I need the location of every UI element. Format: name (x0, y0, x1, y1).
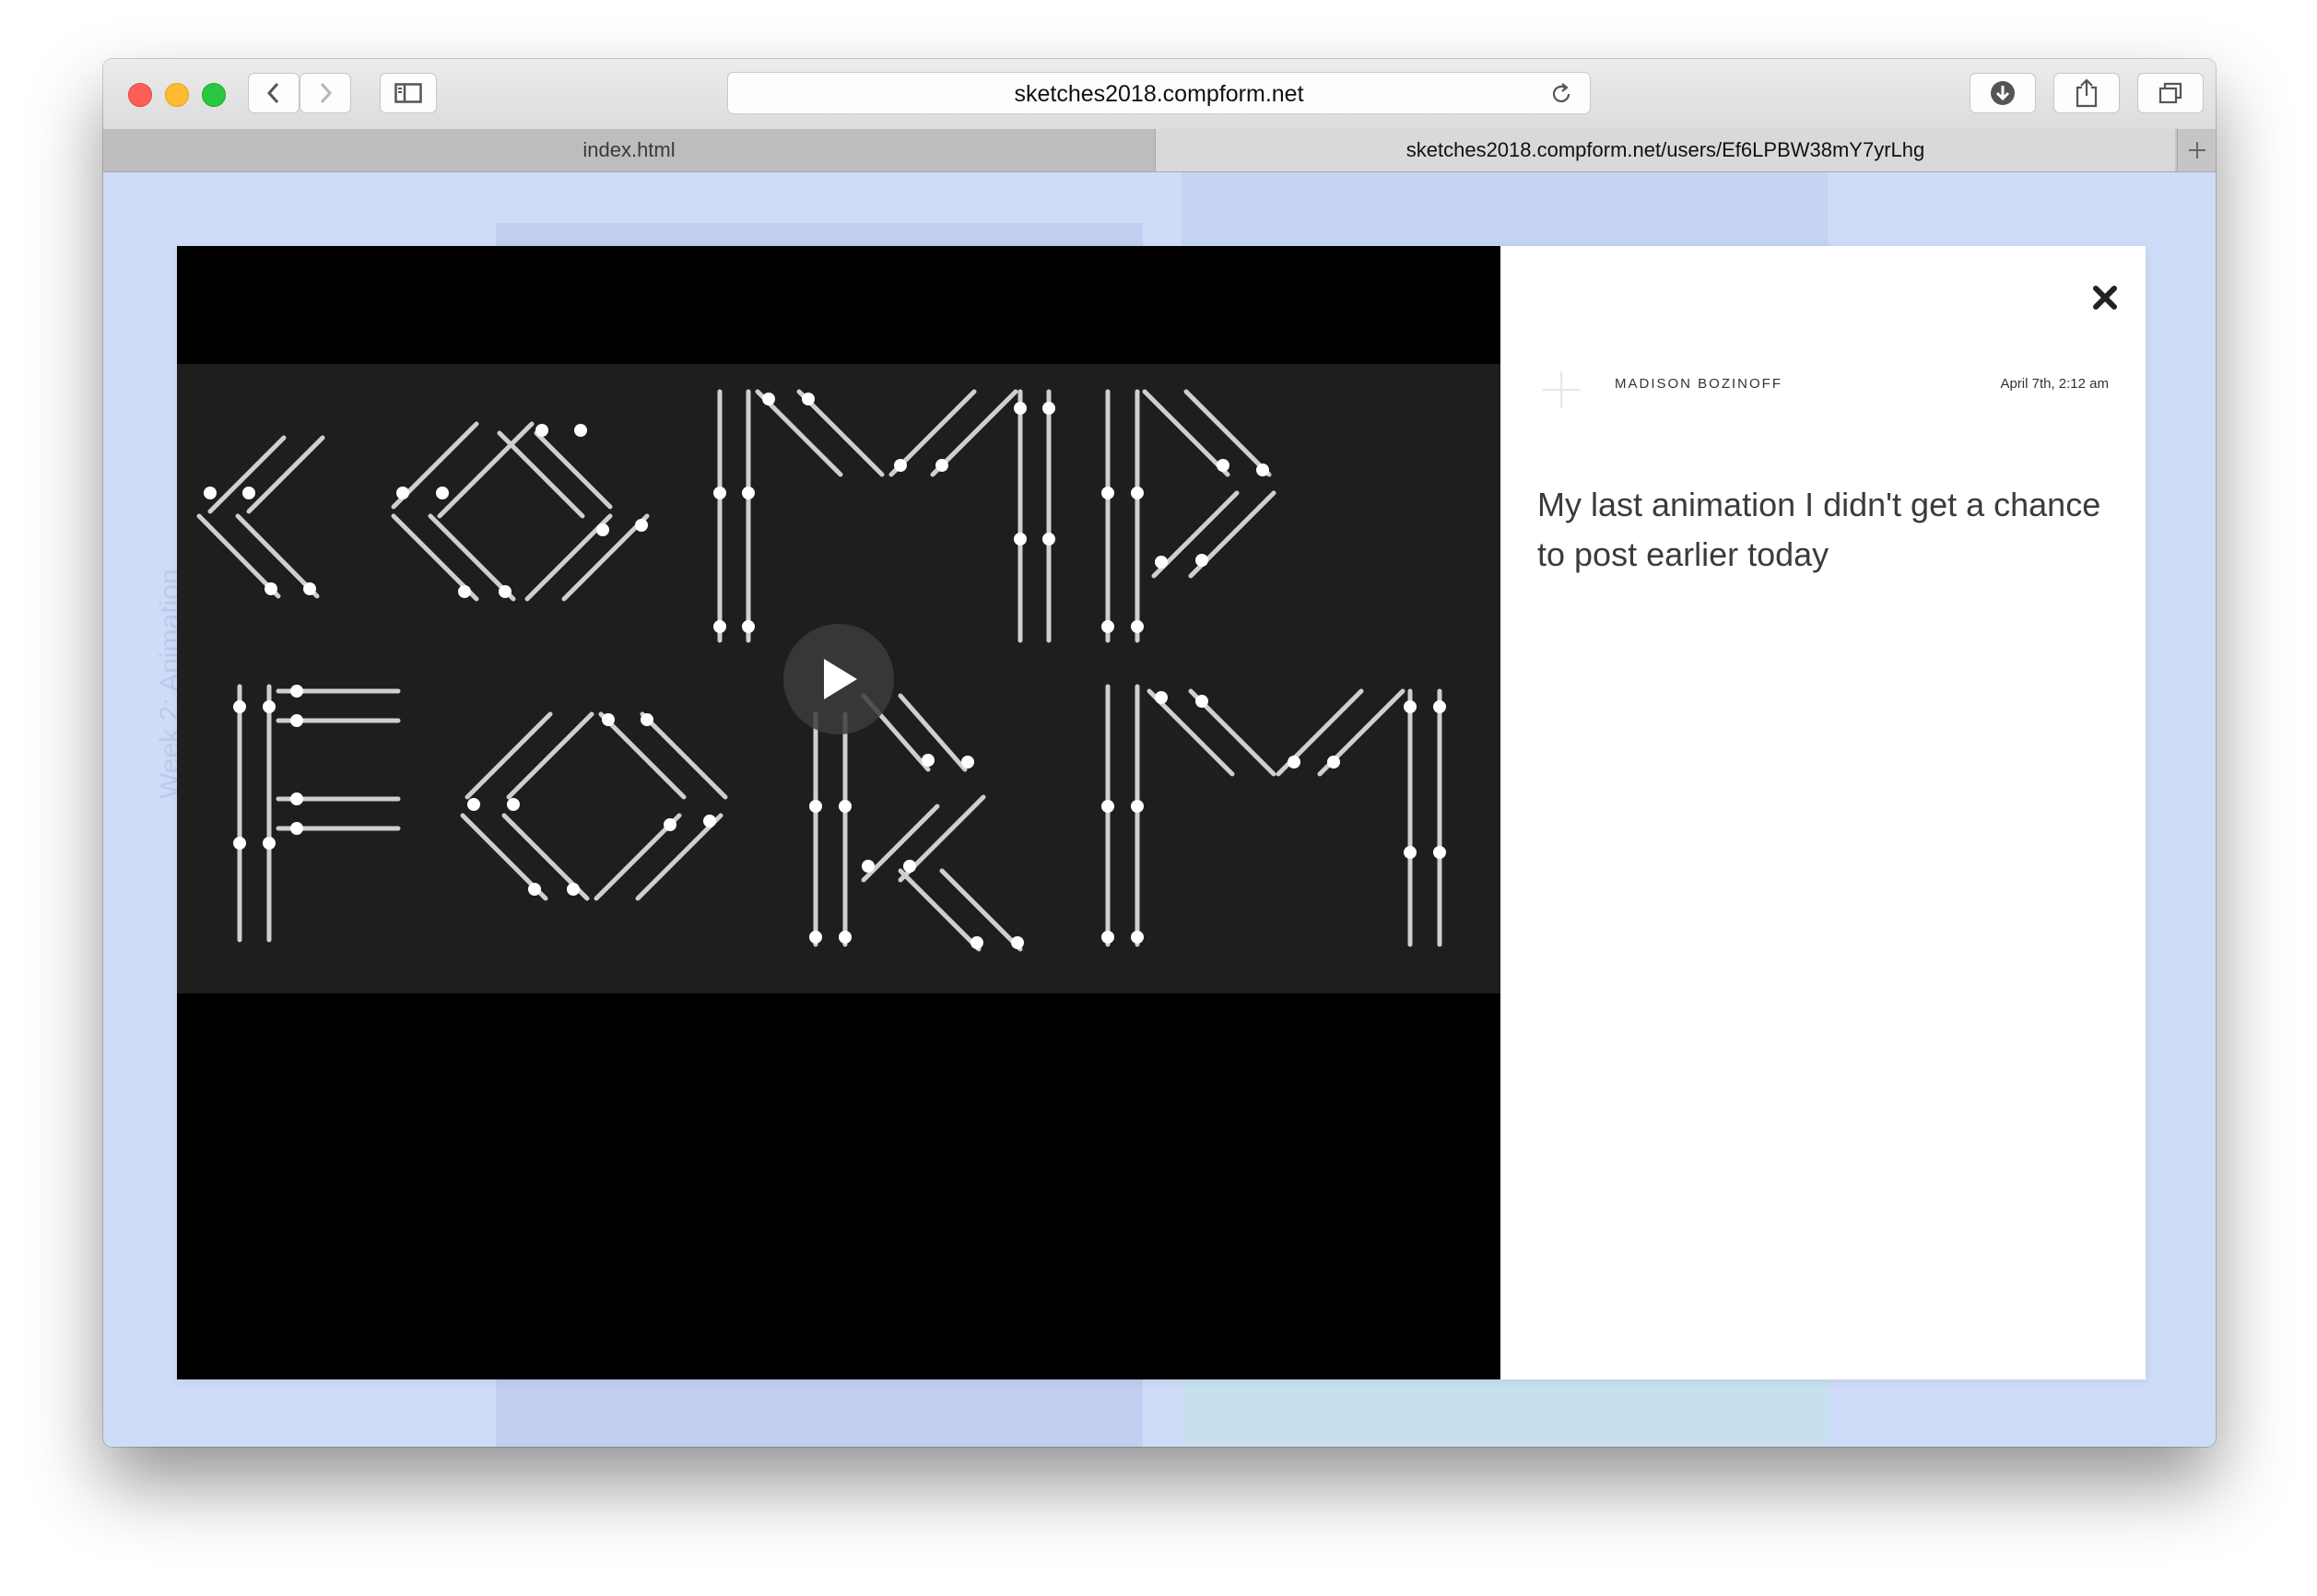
forward-button[interactable] (300, 73, 351, 113)
reload-icon[interactable] (1549, 82, 1573, 106)
tab-index[interactable]: index.html (103, 129, 1156, 171)
sidebar-button[interactable] (380, 73, 437, 113)
browser-window: sketches2018.compform.net index.html ske… (103, 59, 2216, 1447)
zoom-window-button[interactable] (202, 83, 226, 107)
share-button[interactable] (2053, 73, 2120, 113)
download-icon (1991, 81, 2015, 105)
sidebar-icon (394, 83, 422, 103)
play-icon (824, 659, 857, 699)
browser-toolbar: sketches2018.compform.net (103, 59, 2216, 130)
chevron-left-icon (266, 82, 279, 104)
close-icon[interactable] (2088, 281, 2122, 314)
chevron-right-icon (320, 82, 333, 104)
avatar (1543, 371, 1580, 408)
tabs-overview-button[interactable] (2137, 73, 2204, 113)
new-tab-button[interactable] (2177, 129, 2216, 171)
close-window-button[interactable] (128, 83, 152, 107)
post-details-panel: MADISON BOZINOFF April 7th, 2:12 am My l… (1500, 246, 2146, 1379)
post-date: April 7th, 2:12 am (2000, 376, 2109, 392)
post-description: My last animation I didn't get a chance … (1537, 486, 2101, 573)
tab-label: sketches2018.compform.net/users/Ef6LPBW3… (1405, 138, 1925, 161)
video-player[interactable] (177, 246, 1500, 1379)
tab-bar: index.html sketches2018.compform.net/use… (103, 129, 2216, 172)
minimize-window-button[interactable] (165, 83, 189, 107)
tab-label: index.html (582, 138, 676, 161)
downloads-button[interactable] (1970, 73, 2036, 113)
sketch-modal: MADISON BOZINOFF April 7th, 2:12 am My l… (177, 246, 2146, 1379)
address-text: sketches2018.compform.net (1014, 81, 1304, 107)
back-button[interactable] (248, 73, 300, 113)
address-bar[interactable]: sketches2018.compform.net (727, 72, 1591, 114)
tab-user-page[interactable]: sketches2018.compform.net/users/Ef6LPBW3… (1156, 129, 2175, 171)
share-icon (2076, 78, 2098, 108)
tabs-icon (2158, 82, 2182, 104)
author-name[interactable]: MADISON BOZINOFF (1615, 376, 1782, 392)
plus-icon (2189, 142, 2205, 158)
play-button[interactable] (783, 624, 894, 734)
page-content: Week 2: Animation MADISON BOZINOFF April… (103, 172, 2216, 1447)
